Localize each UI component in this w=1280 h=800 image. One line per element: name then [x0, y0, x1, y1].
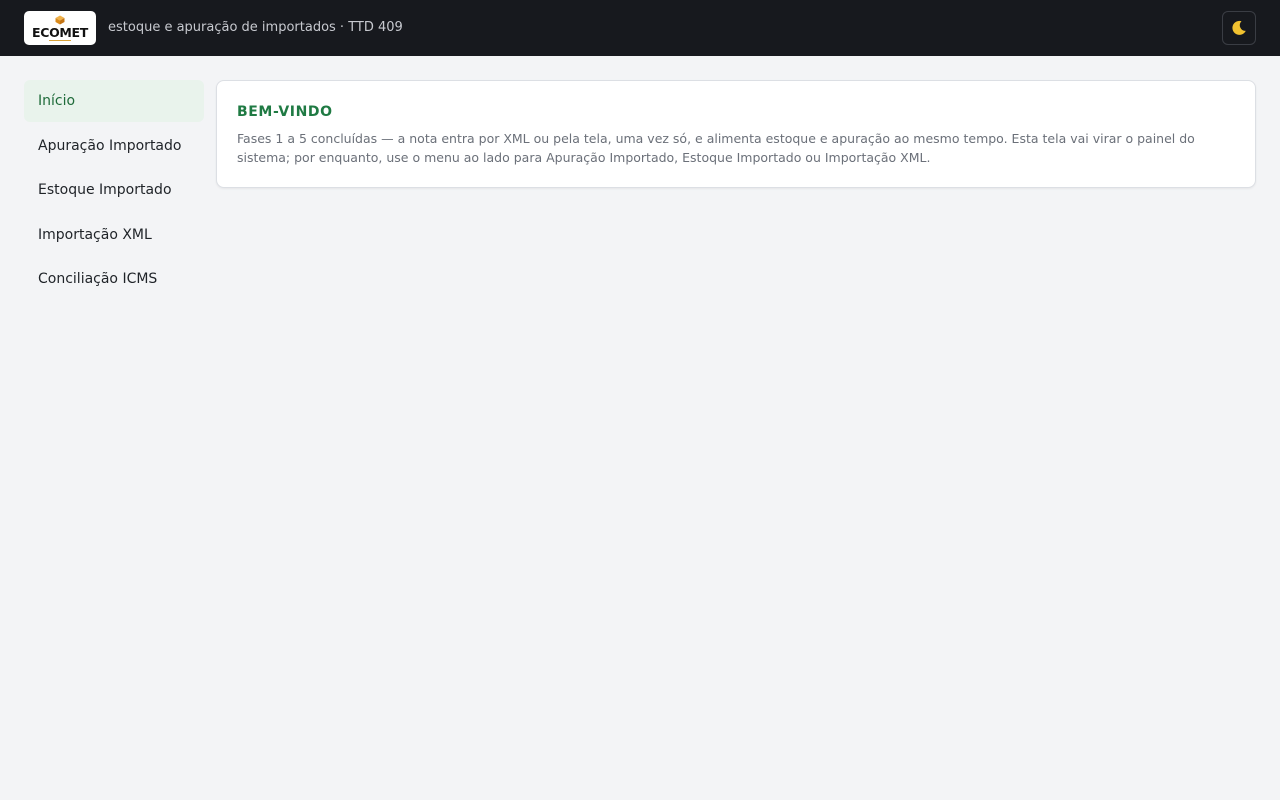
logo-text: ECOMET	[31, 25, 89, 40]
welcome-text: Fases 1 a 5 concluídas — a nota entra po…	[237, 131, 1195, 165]
sidebar-item-label: Início	[38, 93, 76, 109]
logo-underline	[49, 40, 71, 41]
sidebar-item-estoque-importado[interactable]: Estoque Importado	[24, 169, 204, 211]
logo-cube-icon	[55, 15, 65, 25]
sidebar-nav: Início Apuração Importado Estoque Import…	[24, 80, 204, 303]
top-bar: ECOMET estoque e apuração de importados …	[0, 0, 1280, 56]
sidebar-item-label: Conciliação ICMS	[38, 271, 158, 287]
sidebar-item-conciliacao-icms[interactable]: Conciliação ICMS	[24, 258, 204, 300]
sidebar-item-inicio[interactable]: Início	[24, 80, 204, 122]
app-subtitle: estoque e apuração de importados · TTD 4…	[108, 20, 403, 35]
welcome-card: BEM-VINDO Fases 1 a 5 concluídas — a not…	[216, 80, 1256, 188]
sidebar-item-label: Apuração Importado	[38, 137, 182, 154]
theme-toggle-button[interactable]	[1222, 11, 1256, 45]
moon-icon	[1232, 20, 1246, 35]
sidebar-item-apuracao-importado[interactable]: Apuração Importado	[24, 125, 204, 167]
sidebar-item-label: Estoque Importado	[38, 182, 172, 198]
sidebar-item-label: Importação XML	[38, 226, 152, 243]
sidebar-item-importacao-xml[interactable]: Importação XML	[24, 214, 204, 256]
welcome-title: BEM-VINDO	[237, 104, 333, 120]
ecomet-logo[interactable]: ECOMET	[24, 11, 96, 45]
